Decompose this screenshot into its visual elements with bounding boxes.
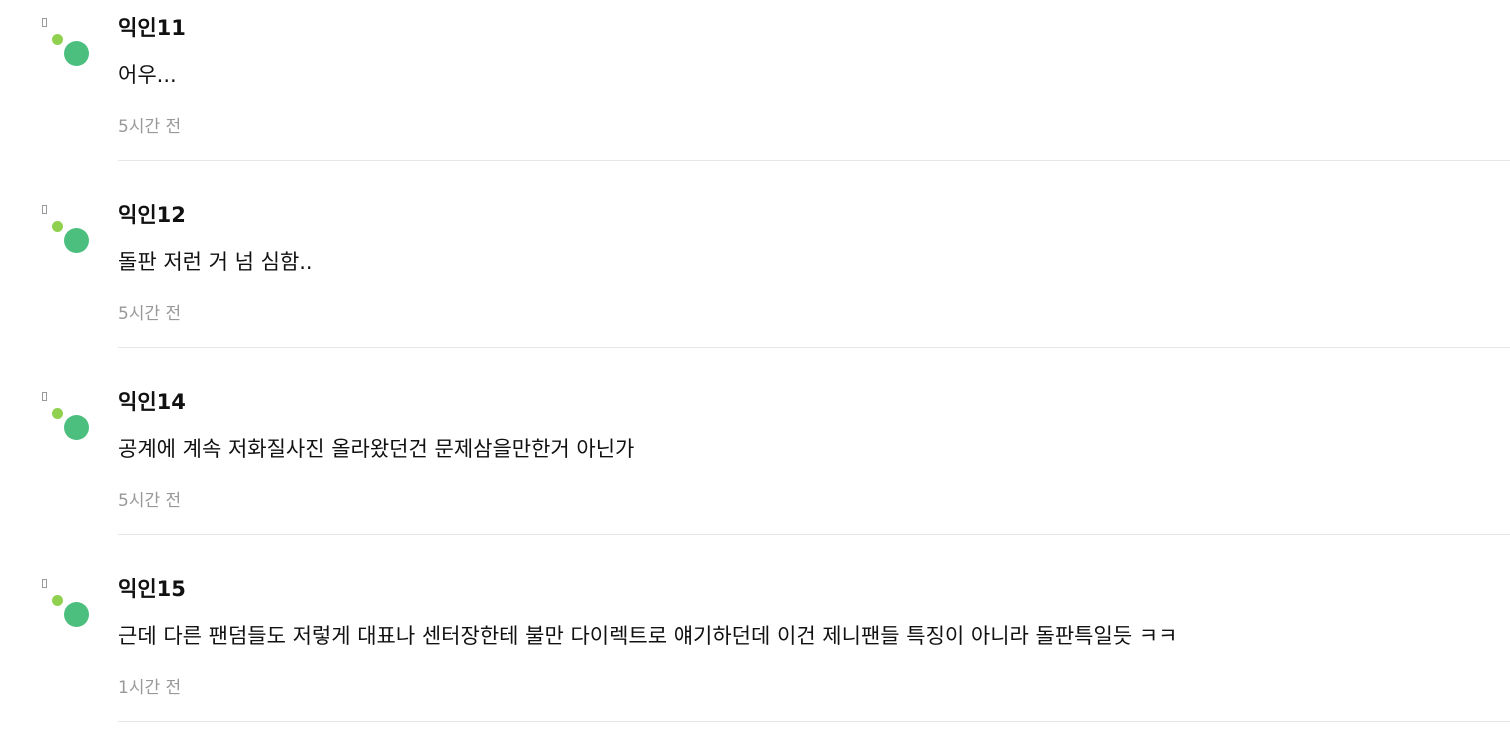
comment-time: 5시간 전: [118, 304, 182, 324]
avatar-icon[interactable]: [40, 16, 92, 68]
comment-item: 익인15 근데 다른 팬덤들도 저렇게 대표나 센터장한테 불만 다이렉트로 얘…: [0, 561, 1510, 740]
avatar-icon[interactable]: [40, 203, 92, 255]
comment-time: 1시간 전: [118, 678, 182, 698]
comment-author[interactable]: 익인12: [118, 201, 186, 229]
avatar-badge: [42, 205, 47, 214]
comment-divider: [118, 534, 1510, 535]
comment-author[interactable]: 익인11: [118, 14, 186, 42]
comment-text: 돌판 저런 거 넘 심함..: [118, 250, 313, 274]
comment-divider: [118, 160, 1510, 161]
avatar-big-dot: [64, 602, 89, 627]
comment-author[interactable]: 익인15: [118, 575, 186, 603]
avatar-small-dot: [52, 34, 63, 45]
comment-text: 어우...: [118, 63, 177, 87]
comment-author[interactable]: 익인14: [118, 388, 186, 416]
avatar-big-dot: [64, 228, 89, 253]
comment-item: 익인14 공계에 계속 저화질사진 올라왔던건 문제삼을만한거 아닌가 5시간 …: [0, 374, 1510, 561]
comment-item: 익인12 돌판 저런 거 넘 심함.. 5시간 전: [0, 187, 1510, 374]
avatar-icon[interactable]: [40, 577, 92, 629]
comment-divider: [118, 721, 1510, 722]
comment-time: 5시간 전: [118, 117, 182, 137]
comment-list: 익인11 어우... 5시간 전 익인12 돌판 저런 거 넘 심함.. 5시간…: [0, 0, 1510, 740]
avatar-small-dot: [52, 221, 63, 232]
comment-time: 5시간 전: [118, 491, 182, 511]
avatar-small-dot: [52, 408, 63, 419]
comment-divider: [118, 347, 1510, 348]
avatar-badge: [42, 579, 47, 588]
comment-item: 익인11 어우... 5시간 전: [0, 0, 1510, 187]
comment-text: 근데 다른 팬덤들도 저렇게 대표나 센터장한테 불만 다이렉트로 얘기하던데 …: [118, 624, 1178, 648]
avatar-big-dot: [64, 415, 89, 440]
avatar-small-dot: [52, 595, 63, 606]
avatar-icon[interactable]: [40, 390, 92, 442]
avatar-big-dot: [64, 41, 89, 66]
avatar-badge: [42, 18, 47, 27]
avatar-badge: [42, 392, 47, 401]
comment-text: 공계에 계속 저화질사진 올라왔던건 문제삼을만한거 아닌가: [118, 437, 635, 461]
